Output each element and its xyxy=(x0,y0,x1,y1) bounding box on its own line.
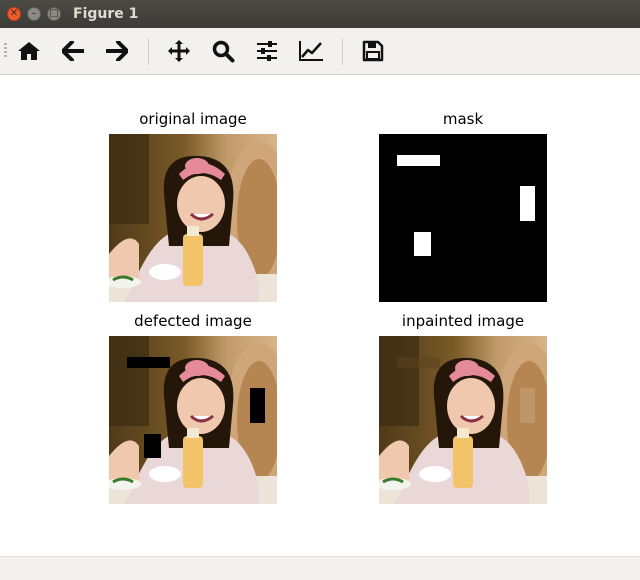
defected-image xyxy=(109,336,277,504)
pan-button[interactable] xyxy=(164,36,194,66)
subplot-title-original: original image xyxy=(139,110,247,128)
toolbar-grip[interactable] xyxy=(4,43,7,59)
close-icon: ✕ xyxy=(9,8,19,19)
subplots-config-button[interactable] xyxy=(252,36,282,66)
edit-axes-icon xyxy=(299,41,323,61)
pan-icon xyxy=(168,40,190,62)
window-titlebar: ✕ – □ Figure 1 xyxy=(0,0,640,28)
mask-image xyxy=(379,134,547,302)
home-icon xyxy=(18,42,40,60)
back-arrow-icon xyxy=(62,41,84,61)
figure-canvas[interactable]: original image mask defected image inpai… xyxy=(0,75,640,556)
toolbar-separator xyxy=(148,38,149,65)
close-window-button[interactable]: ✕ xyxy=(7,7,21,21)
subplot-title-defected: defected image xyxy=(134,312,252,330)
mask-rect xyxy=(414,232,431,256)
inpainted-image xyxy=(379,336,547,504)
mask-rect xyxy=(397,155,440,166)
zoom-button[interactable] xyxy=(208,36,238,66)
forward-button[interactable] xyxy=(102,36,132,66)
maximize-window-button[interactable]: □ xyxy=(47,7,61,21)
minimize-icon: – xyxy=(31,8,37,19)
zoom-icon xyxy=(212,40,235,63)
forward-arrow-icon xyxy=(106,41,128,61)
minimize-window-button[interactable]: – xyxy=(27,7,41,21)
subplot-title-mask: mask xyxy=(442,110,484,128)
mask-rect xyxy=(520,186,535,221)
subplots-config-icon xyxy=(257,41,277,61)
home-button[interactable] xyxy=(14,36,44,66)
status-bar xyxy=(0,556,640,580)
toolbar xyxy=(0,28,640,75)
original-image xyxy=(109,134,277,302)
window-title: Figure 1 xyxy=(73,6,139,22)
back-button[interactable] xyxy=(58,36,88,66)
toolbar-separator xyxy=(342,38,343,65)
save-button[interactable] xyxy=(358,36,388,66)
edit-axes-button[interactable] xyxy=(296,36,326,66)
subplot-title-inpainted: inpainted image xyxy=(401,312,525,330)
save-icon xyxy=(362,40,384,62)
maximize-icon: □ xyxy=(49,8,59,19)
